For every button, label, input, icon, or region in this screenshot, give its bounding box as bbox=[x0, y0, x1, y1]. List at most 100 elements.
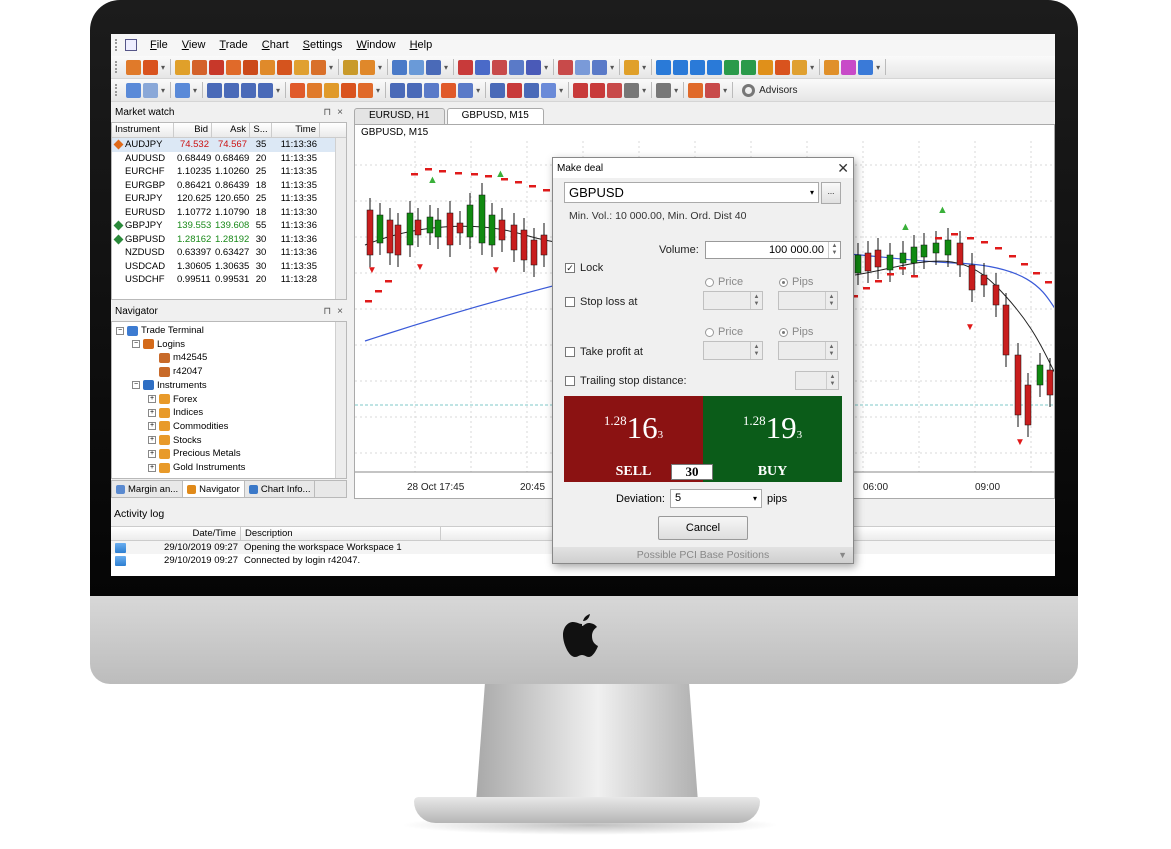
col-datetime[interactable]: Date/Time bbox=[111, 527, 241, 540]
navigator-item[interactable]: m42545 bbox=[148, 351, 207, 364]
toolbar-tool-icon[interactable] bbox=[390, 82, 406, 98]
expand-icon[interactable]: + bbox=[148, 395, 156, 403]
toolbar-tool-icon[interactable] bbox=[343, 59, 359, 75]
toolbar-dropdown-icon[interactable]: ▾ bbox=[642, 63, 646, 72]
toolbar-tool-icon[interactable] bbox=[507, 82, 523, 98]
toolbar-tool-icon[interactable] bbox=[360, 59, 376, 75]
expand-icon[interactable]: + bbox=[148, 463, 156, 472]
tab-eurusd-h1[interactable]: EURUSD, H1 bbox=[354, 108, 445, 124]
toolbar-dropdown-icon[interactable]: ▾ bbox=[161, 86, 165, 95]
toolbar-tool-icon[interactable] bbox=[424, 82, 440, 98]
toolbar-dropdown-icon[interactable]: ▾ bbox=[610, 63, 614, 72]
menu-help[interactable]: Help bbox=[403, 39, 440, 51]
toolbar-tool-icon[interactable] bbox=[209, 59, 225, 75]
toolbar-tool-icon[interactable] bbox=[226, 59, 242, 75]
toolbar-tool-icon[interactable] bbox=[475, 59, 491, 75]
deviation-select[interactable]: 5 ▾ bbox=[670, 489, 762, 508]
trailing-stop-checkbox[interactable]: Trailing stop distance: bbox=[565, 375, 687, 387]
pin-icon[interactable]: ⊓ bbox=[323, 107, 331, 118]
toolbar-tool-icon[interactable] bbox=[656, 82, 672, 98]
toolbar-tool-icon[interactable] bbox=[441, 82, 457, 98]
toolbar-dropdown-icon[interactable]: ▾ bbox=[642, 86, 646, 95]
toolbar-tool-icon[interactable] bbox=[126, 59, 141, 75]
toolbar-tool-icon[interactable] bbox=[688, 82, 704, 98]
toolbar-tool-icon[interactable] bbox=[426, 59, 442, 75]
take-profit-checkbox[interactable]: Take profit at bbox=[565, 346, 643, 358]
market-watch-row[interactable]: GBPJPY 139.553 139.608 55 11:13:36 bbox=[112, 219, 346, 233]
symbol-select[interactable]: GBPUSD ▾ bbox=[564, 182, 819, 203]
toolbar-tool-icon[interactable] bbox=[841, 59, 857, 75]
symbol-browse-button[interactable]: ... bbox=[821, 182, 841, 204]
toolbar-tool-icon[interactable] bbox=[707, 59, 723, 75]
navigator-item[interactable]: + Stocks bbox=[148, 434, 202, 447]
expand-icon[interactable]: + bbox=[148, 449, 156, 458]
toolbar-tool-icon[interactable] bbox=[573, 82, 589, 98]
toolbar-tool-icon[interactable] bbox=[277, 59, 293, 75]
toolbar-tool-icon[interactable] bbox=[392, 59, 408, 75]
toolbar-tool-icon[interactable] bbox=[592, 59, 608, 75]
toolbar-tool-icon[interactable] bbox=[705, 82, 721, 98]
market-watch-row[interactable]: EURGBP 0.86421 0.86439 18 11:13:35 bbox=[112, 179, 346, 193]
navigator-item[interactable]: + Indices bbox=[148, 406, 203, 419]
toolbar-dropdown-icon[interactable]: ▾ bbox=[723, 86, 727, 95]
toolbar-tool-icon[interactable] bbox=[409, 59, 425, 75]
tab-gbpusd-m15[interactable]: GBPUSD, M15 bbox=[446, 108, 544, 124]
collapse-icon[interactable]: − bbox=[132, 340, 140, 349]
toolbar-dropdown-icon[interactable]: ▾ bbox=[376, 86, 380, 95]
stepper[interactable]: ▲ ▼ bbox=[750, 292, 762, 309]
toolbar-dropdown-icon[interactable]: ▾ bbox=[559, 86, 563, 95]
toolbar-tool-icon[interactable] bbox=[307, 82, 323, 98]
toolbar-tool-icon[interactable] bbox=[526, 59, 542, 75]
navigator-scrollbar[interactable] bbox=[335, 322, 346, 478]
navigator-item[interactable]: − Trade Terminal bbox=[116, 324, 204, 337]
toolbar-tool-icon[interactable] bbox=[741, 59, 757, 75]
toolbar-tool-icon[interactable] bbox=[656, 59, 672, 75]
toolbar-tool-icon[interactable] bbox=[524, 82, 540, 98]
toolbar-tool-icon[interactable] bbox=[724, 59, 740, 75]
navigator-item[interactable]: − Instruments bbox=[132, 379, 207, 392]
close-icon[interactable]: × bbox=[337, 306, 343, 317]
toolbar-tool-icon[interactable] bbox=[590, 82, 606, 98]
toolbar-tool-icon[interactable] bbox=[126, 82, 141, 98]
toolbar-tool-icon[interactable] bbox=[243, 59, 259, 75]
menu-file[interactable]: File bbox=[143, 39, 175, 51]
toolbar-tool-icon[interactable] bbox=[824, 59, 840, 75]
expand-icon[interactable]: + bbox=[148, 436, 156, 445]
toolbar-tool-icon[interactable] bbox=[490, 82, 506, 98]
toolbar-tool-icon[interactable] bbox=[143, 59, 158, 75]
take-profit-pips-input[interactable]: ▲ ▼ bbox=[778, 341, 838, 360]
navigator-item[interactable]: + Forex bbox=[148, 393, 197, 406]
toolbar-tool-icon[interactable] bbox=[624, 59, 640, 75]
lock-checkbox[interactable]: ✓ Lock bbox=[565, 262, 603, 274]
pci-positions-bar[interactable]: Possible PCI Base Positions ▼ bbox=[553, 547, 853, 563]
stepper[interactable]: ▲ ▼ bbox=[825, 342, 837, 359]
navigator-item[interactable]: − Logins bbox=[132, 338, 185, 351]
navigator-item[interactable]: + Gold Instruments bbox=[148, 461, 245, 474]
toolbar-tool-icon[interactable] bbox=[358, 82, 374, 98]
toolbar-tool-icon[interactable] bbox=[673, 59, 689, 75]
toolbar-tool-icon[interactable] bbox=[792, 59, 808, 75]
toolbar-dropdown-icon[interactable]: ▾ bbox=[674, 86, 678, 95]
toolbar-dropdown-icon[interactable]: ▾ bbox=[876, 63, 880, 72]
stepper[interactable]: ▲ ▼ bbox=[750, 342, 762, 359]
menu-trade[interactable]: Trade bbox=[212, 39, 254, 51]
toolbar-tool-icon[interactable] bbox=[858, 59, 874, 75]
toolbar-dropdown-icon[interactable]: ▾ bbox=[544, 63, 548, 72]
market-watch-row[interactable]: USDCAD 1.30605 1.30635 30 11:13:35 bbox=[112, 260, 346, 274]
toolbar-dropdown-icon[interactable]: ▾ bbox=[193, 86, 197, 95]
expand-icon[interactable]: + bbox=[148, 422, 156, 431]
toolbar-tool-icon[interactable] bbox=[260, 59, 276, 75]
market-watch-row[interactable]: AUDUSD 0.68449 0.68469 20 11:13:35 bbox=[112, 152, 346, 166]
col-description[interactable]: Description bbox=[241, 527, 441, 540]
tab-margin[interactable]: Margin an... bbox=[112, 481, 184, 497]
toolbar-tool-icon[interactable] bbox=[241, 82, 257, 98]
stop-loss-pips-input[interactable]: ▲ ▼ bbox=[778, 291, 838, 310]
col-time[interactable]: Time bbox=[272, 123, 320, 137]
menu-chart[interactable]: Chart bbox=[255, 39, 296, 51]
market-watch-row[interactable]: EURCHF 1.10235 1.10260 25 11:13:35 bbox=[112, 165, 346, 179]
take-profit-price-radio[interactable]: Price bbox=[705, 326, 743, 338]
toolbar-dropdown-icon[interactable]: ▾ bbox=[476, 86, 480, 95]
navigator-item[interactable]: + Commodities bbox=[148, 420, 228, 433]
advisors-button[interactable]: Advisors bbox=[742, 83, 798, 97]
toolbar-tool-icon[interactable] bbox=[324, 82, 340, 98]
